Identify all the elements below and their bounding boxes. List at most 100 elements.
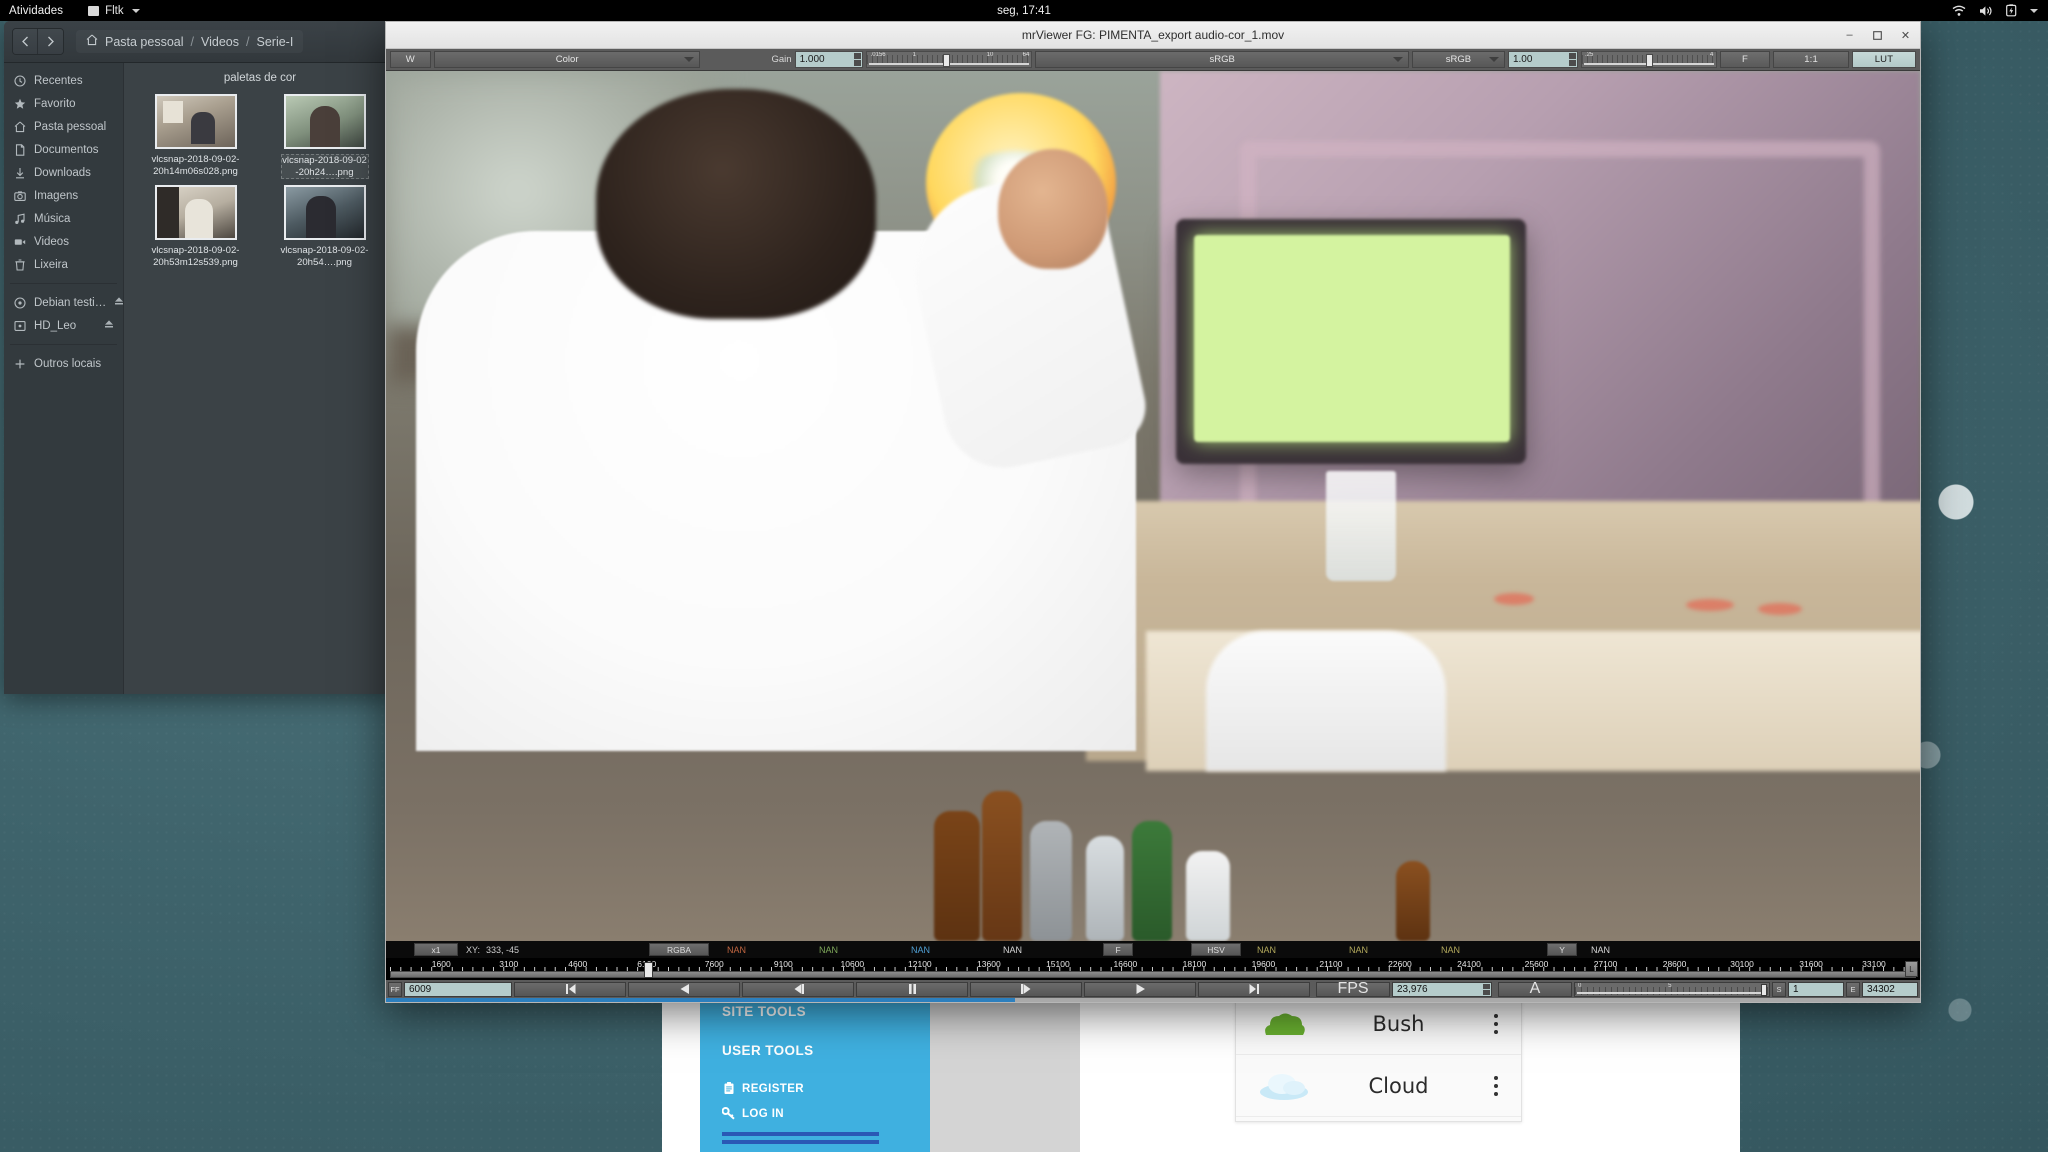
- zoom-level-button[interactable]: x1: [414, 943, 458, 956]
- fit-button[interactable]: F: [1719, 51, 1771, 68]
- breadcrumb[interactable]: Pasta pessoal / Videos / Serie-I: [76, 30, 304, 53]
- play-backwards-button[interactable]: [628, 981, 740, 997]
- mrviewer-titlebar[interactable]: mrViewer FG: PIMENTA_export audio-cor_1.…: [386, 22, 1920, 49]
- cloud-icon: [1258, 1070, 1310, 1102]
- timeline-playhead[interactable]: [643, 962, 653, 978]
- sidebar-item-imagens[interactable]: Imagens: [4, 184, 123, 207]
- camera-icon: [13, 189, 26, 202]
- forward-button[interactable]: [38, 29, 63, 54]
- sidebar-item-videos[interactable]: Videos: [4, 230, 123, 253]
- timeline-track[interactable]: [390, 971, 1916, 978]
- eject-icon[interactable]: [104, 319, 114, 332]
- file-name: vlcsnap-2018-09-02-20h53m12s539.png: [151, 245, 240, 268]
- breadcrumb-item-0[interactable]: Pasta pessoal: [105, 35, 184, 49]
- file-thumbnail: [154, 94, 237, 149]
- layer-select[interactable]: Color: [433, 51, 701, 68]
- system-tray[interactable]: [1952, 4, 2038, 17]
- luminance-button[interactable]: Y: [1547, 943, 1578, 956]
- kebab-menu-icon[interactable]: [1487, 1013, 1505, 1034]
- star-icon: [13, 97, 26, 110]
- desktop-screen: SITE TOOLS USER TOOLS REGISTER LOG IN Bu…: [0, 0, 2048, 1152]
- gain-label: Gain: [771, 54, 792, 65]
- go-to-end-button[interactable]: [1198, 981, 1310, 997]
- activities-button[interactable]: Atividades: [9, 5, 63, 17]
- breadcrumb-separator: /: [246, 34, 250, 49]
- video-viewport[interactable]: [386, 71, 1920, 941]
- volume-slider-knob[interactable]: [1761, 983, 1767, 996]
- chevron-down-icon: [1392, 57, 1403, 62]
- sidebar-item-lixeira[interactable]: Lixeira: [4, 253, 123, 276]
- gamma-spinner[interactable]: [1568, 53, 1576, 66]
- fps-spinner[interactable]: [1483, 983, 1490, 995]
- breadcrumb-item-1[interactable]: Videos: [201, 35, 239, 49]
- places-sidebar: Recentes Favorito Pasta pessoal Document…: [4, 63, 124, 694]
- maximize-button[interactable]: [1871, 29, 1884, 42]
- play-forward-button[interactable]: [1084, 981, 1196, 997]
- minimize-button[interactable]: –: [1843, 29, 1856, 42]
- sidebar-item-musica[interactable]: Música: [4, 207, 123, 230]
- gamma-input[interactable]: 1.00: [1507, 51, 1578, 68]
- zoom-1to1-button[interactable]: 1:1: [1773, 51, 1849, 68]
- green-screen-tv: [1194, 235, 1510, 442]
- transport-bar: FF 6009 FPS 23,976 A 0 5 S 1 E 34302: [386, 980, 1920, 998]
- download-icon: [13, 166, 26, 179]
- end-frame-input[interactable]: 34302: [1862, 981, 1918, 997]
- file-item[interactable]: vlcsnap-2018-09-02-20h24….png: [261, 94, 388, 179]
- sidebar-item-pasta-pessoal[interactable]: Pasta pessoal: [4, 115, 123, 138]
- current-frame-input[interactable]: 6009: [404, 981, 512, 997]
- file-item[interactable]: vlcsnap-2018-09-02-20h14m06s028.png: [132, 94, 259, 179]
- channel-button[interactable]: W: [390, 51, 431, 68]
- volume-tick-min: 0: [1578, 982, 1582, 989]
- breadcrumb-item-2[interactable]: Serie-I: [257, 35, 294, 49]
- sidebar-item-documentos[interactable]: Documentos: [4, 138, 123, 161]
- mrviewer-window: mrViewer FG: PIMENTA_export audio-cor_1.…: [385, 21, 1921, 1003]
- rgba-button[interactable]: RGBA: [649, 943, 710, 956]
- file-thumbnail: [283, 185, 366, 240]
- fps-input[interactable]: 23,976: [1392, 981, 1492, 997]
- site-tools-heading: SITE TOOLS: [722, 1004, 807, 1019]
- step-forward-button[interactable]: [970, 981, 1082, 997]
- pause-button[interactable]: [856, 981, 968, 997]
- start-frame-input[interactable]: 1: [1788, 981, 1844, 997]
- f-button[interactable]: F: [1103, 943, 1134, 956]
- step-backward-button[interactable]: [742, 981, 854, 997]
- sidebar-item-downloads[interactable]: Downloads: [4, 161, 123, 184]
- sidebar-item-hd-leo[interactable]: HD_Leo: [4, 314, 123, 337]
- gamma-slider[interactable]: .25 4: [1580, 51, 1717, 68]
- kebab-menu-icon[interactable]: [1487, 1075, 1505, 1096]
- hsv-button[interactable]: HSV: [1191, 943, 1242, 956]
- login-link[interactable]: LOG IN: [722, 1107, 930, 1120]
- eject-icon[interactable]: [114, 296, 123, 309]
- go-to-start-button[interactable]: [514, 981, 626, 997]
- gain-input[interactable]: 1.000: [794, 51, 863, 68]
- register-link[interactable]: REGISTER: [722, 1082, 930, 1095]
- lut-button[interactable]: LUT: [1851, 51, 1916, 68]
- file-item[interactable]: vlcsnap-2018-09-02-20h54….png: [261, 185, 388, 268]
- gain-slider-knob[interactable]: [942, 54, 950, 67]
- gain-tick-10: 10: [986, 52, 994, 58]
- clock[interactable]: seg, 17:41: [997, 5, 1051, 17]
- gain-slider[interactable]: .0156 1 10 64: [865, 51, 1033, 68]
- list-item[interactable]: Cloud: [1236, 1055, 1521, 1117]
- close-button[interactable]: ✕: [1899, 29, 1912, 42]
- app-menu-button[interactable]: Fltk: [88, 5, 140, 17]
- page-sidebar: SITE TOOLS USER TOOLS REGISTER LOG IN: [700, 992, 930, 1152]
- input-colorspace-select[interactable]: sRGB: [1035, 51, 1409, 68]
- sidebar-item-label: Documentos: [34, 143, 99, 156]
- gamma-slider-knob[interactable]: [1645, 54, 1653, 67]
- volume-slider[interactable]: 0 5: [1574, 981, 1770, 997]
- chevron-down-icon: [2030, 8, 2038, 13]
- sidebar-item-recentes[interactable]: Recentes: [4, 69, 123, 92]
- audio-button[interactable]: A: [1498, 980, 1572, 997]
- sidebar-item-debian[interactable]: Debian testi…: [4, 291, 123, 314]
- back-button[interactable]: [13, 29, 38, 54]
- volume-slider-track: [1577, 991, 1767, 994]
- sidebar-item-favorito[interactable]: Favorito: [4, 92, 123, 115]
- timeline-ruler[interactable]: 1600 3100 4600 6100 7600 9100 10600 1210…: [386, 958, 1920, 980]
- display-colorspace-select[interactable]: sRGB: [1411, 51, 1505, 68]
- file-item[interactable]: vlcsnap-2018-09-02-20h53m12s539.png: [132, 185, 259, 268]
- timeline-end-button[interactable]: L: [1905, 961, 1918, 977]
- sidebar-item-outros-locais[interactable]: Outros locais: [4, 352, 123, 375]
- gain-spinner[interactable]: [853, 53, 861, 66]
- home-icon: [86, 34, 98, 49]
